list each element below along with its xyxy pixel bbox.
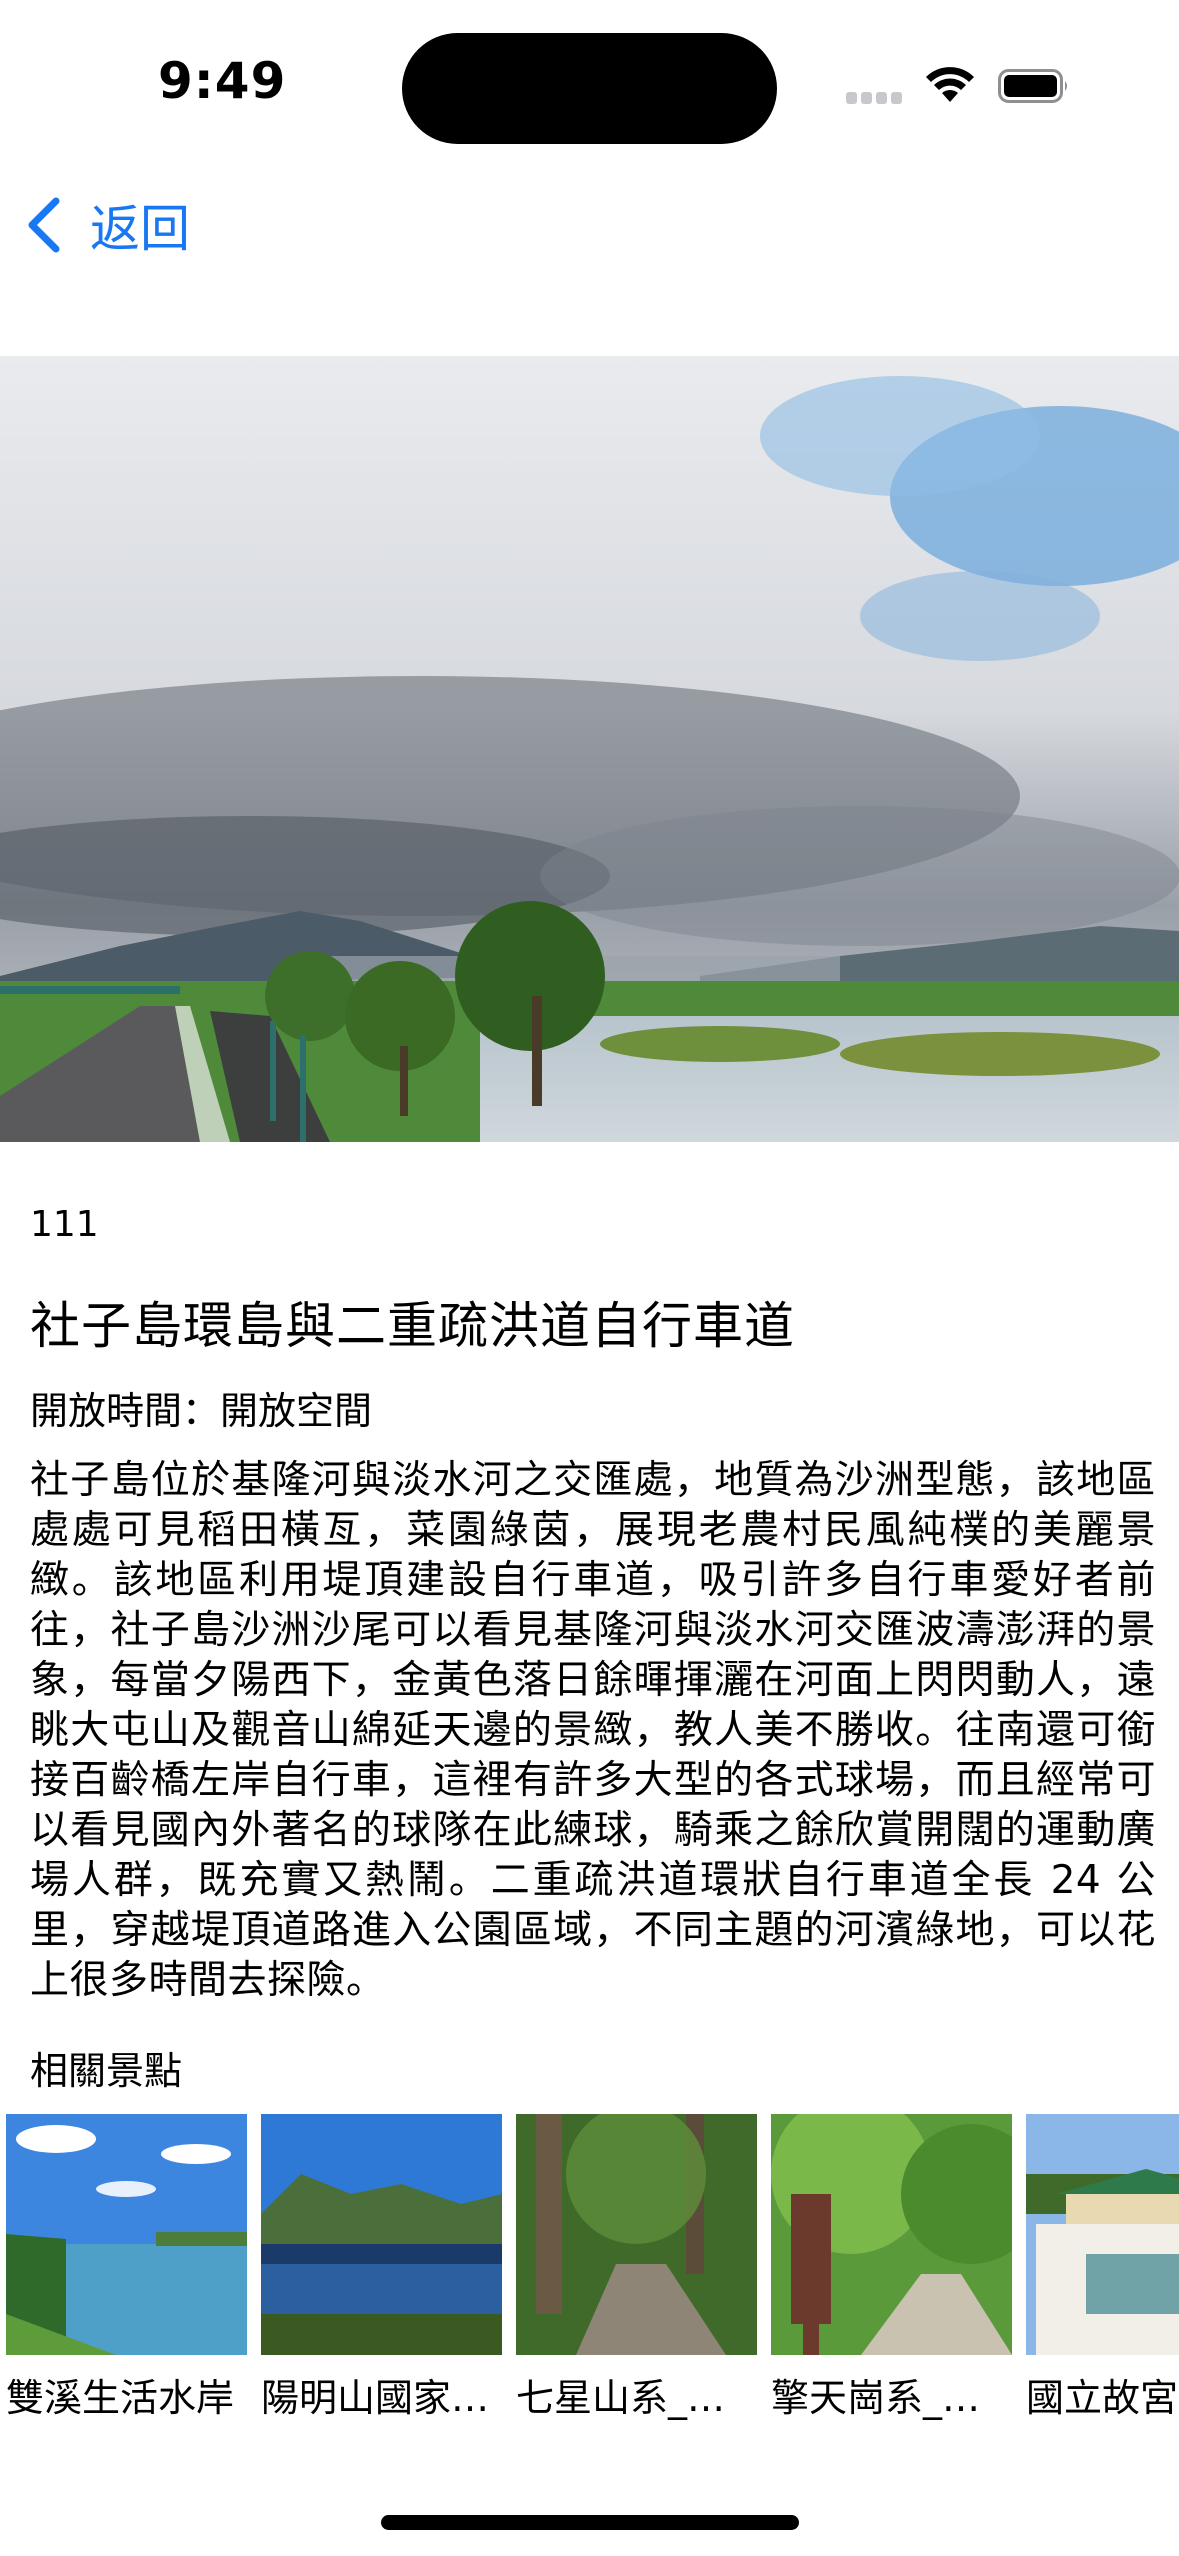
related-attraction-card[interactable]: 擎天崗系_步道 (771, 2114, 1012, 2422)
chevron-left-icon (28, 197, 60, 253)
cellular-signal-icon (846, 92, 904, 106)
attraction-title: 社子島環島與二重疏洪道自行車道 (30, 1297, 795, 1355)
related-attraction-thumbnail (261, 2114, 502, 2355)
wifi-icon (926, 67, 974, 102)
related-attraction-thumbnail (771, 2114, 1012, 2355)
related-attraction-thumbnail (6, 2114, 247, 2355)
related-attraction-label: 擎天崗系_步道 (771, 2376, 1012, 2420)
attraction-description: 社子島位於基隆河與淡水河之交匯處，地質為沙洲型態，該地區處處可見稻田橫亙，菜園綠… (30, 1458, 1156, 2003)
back-button-label: 返回 (90, 200, 190, 258)
back-button[interactable]: 返回 (22, 190, 190, 260)
related-attraction-label: 陽明山國家公園 (261, 2376, 502, 2420)
related-attraction-label: 雙溪生活水岸 (6, 2376, 235, 2420)
related-attraction-card[interactable]: 國立故宮 (1026, 2114, 1179, 2422)
status-time: 9:49 (158, 52, 287, 110)
related-attraction-label: 七星山系_步道 (516, 2376, 757, 2420)
related-attraction-card[interactable]: 陽明山國家公園 (261, 2114, 502, 2422)
related-attraction-label: 國立故宮 (1026, 2376, 1179, 2420)
attraction-hero-image (0, 356, 1179, 1142)
related-attractions-heading: 相關景點 (30, 2049, 183, 2093)
home-indicator[interactable] (381, 2515, 799, 2530)
related-attraction-card[interactable]: 七星山系_步道 (516, 2114, 757, 2422)
battery-icon (998, 69, 1067, 103)
dynamic-island (402, 33, 777, 144)
attraction-id: 111 (30, 1204, 99, 1245)
related-attraction-thumbnail (1026, 2114, 1179, 2355)
related-attraction-thumbnail (516, 2114, 757, 2355)
related-attractions-carousel[interactable]: 雙溪生活水岸 陽明山國家公園 七星山系_步道 擎天崗系_步道 國立故宮 (0, 2114, 1179, 2424)
attraction-open-time: 開放時間：開放空間 (30, 1389, 373, 1433)
related-attraction-card[interactable]: 雙溪生活水岸 (6, 2114, 247, 2422)
